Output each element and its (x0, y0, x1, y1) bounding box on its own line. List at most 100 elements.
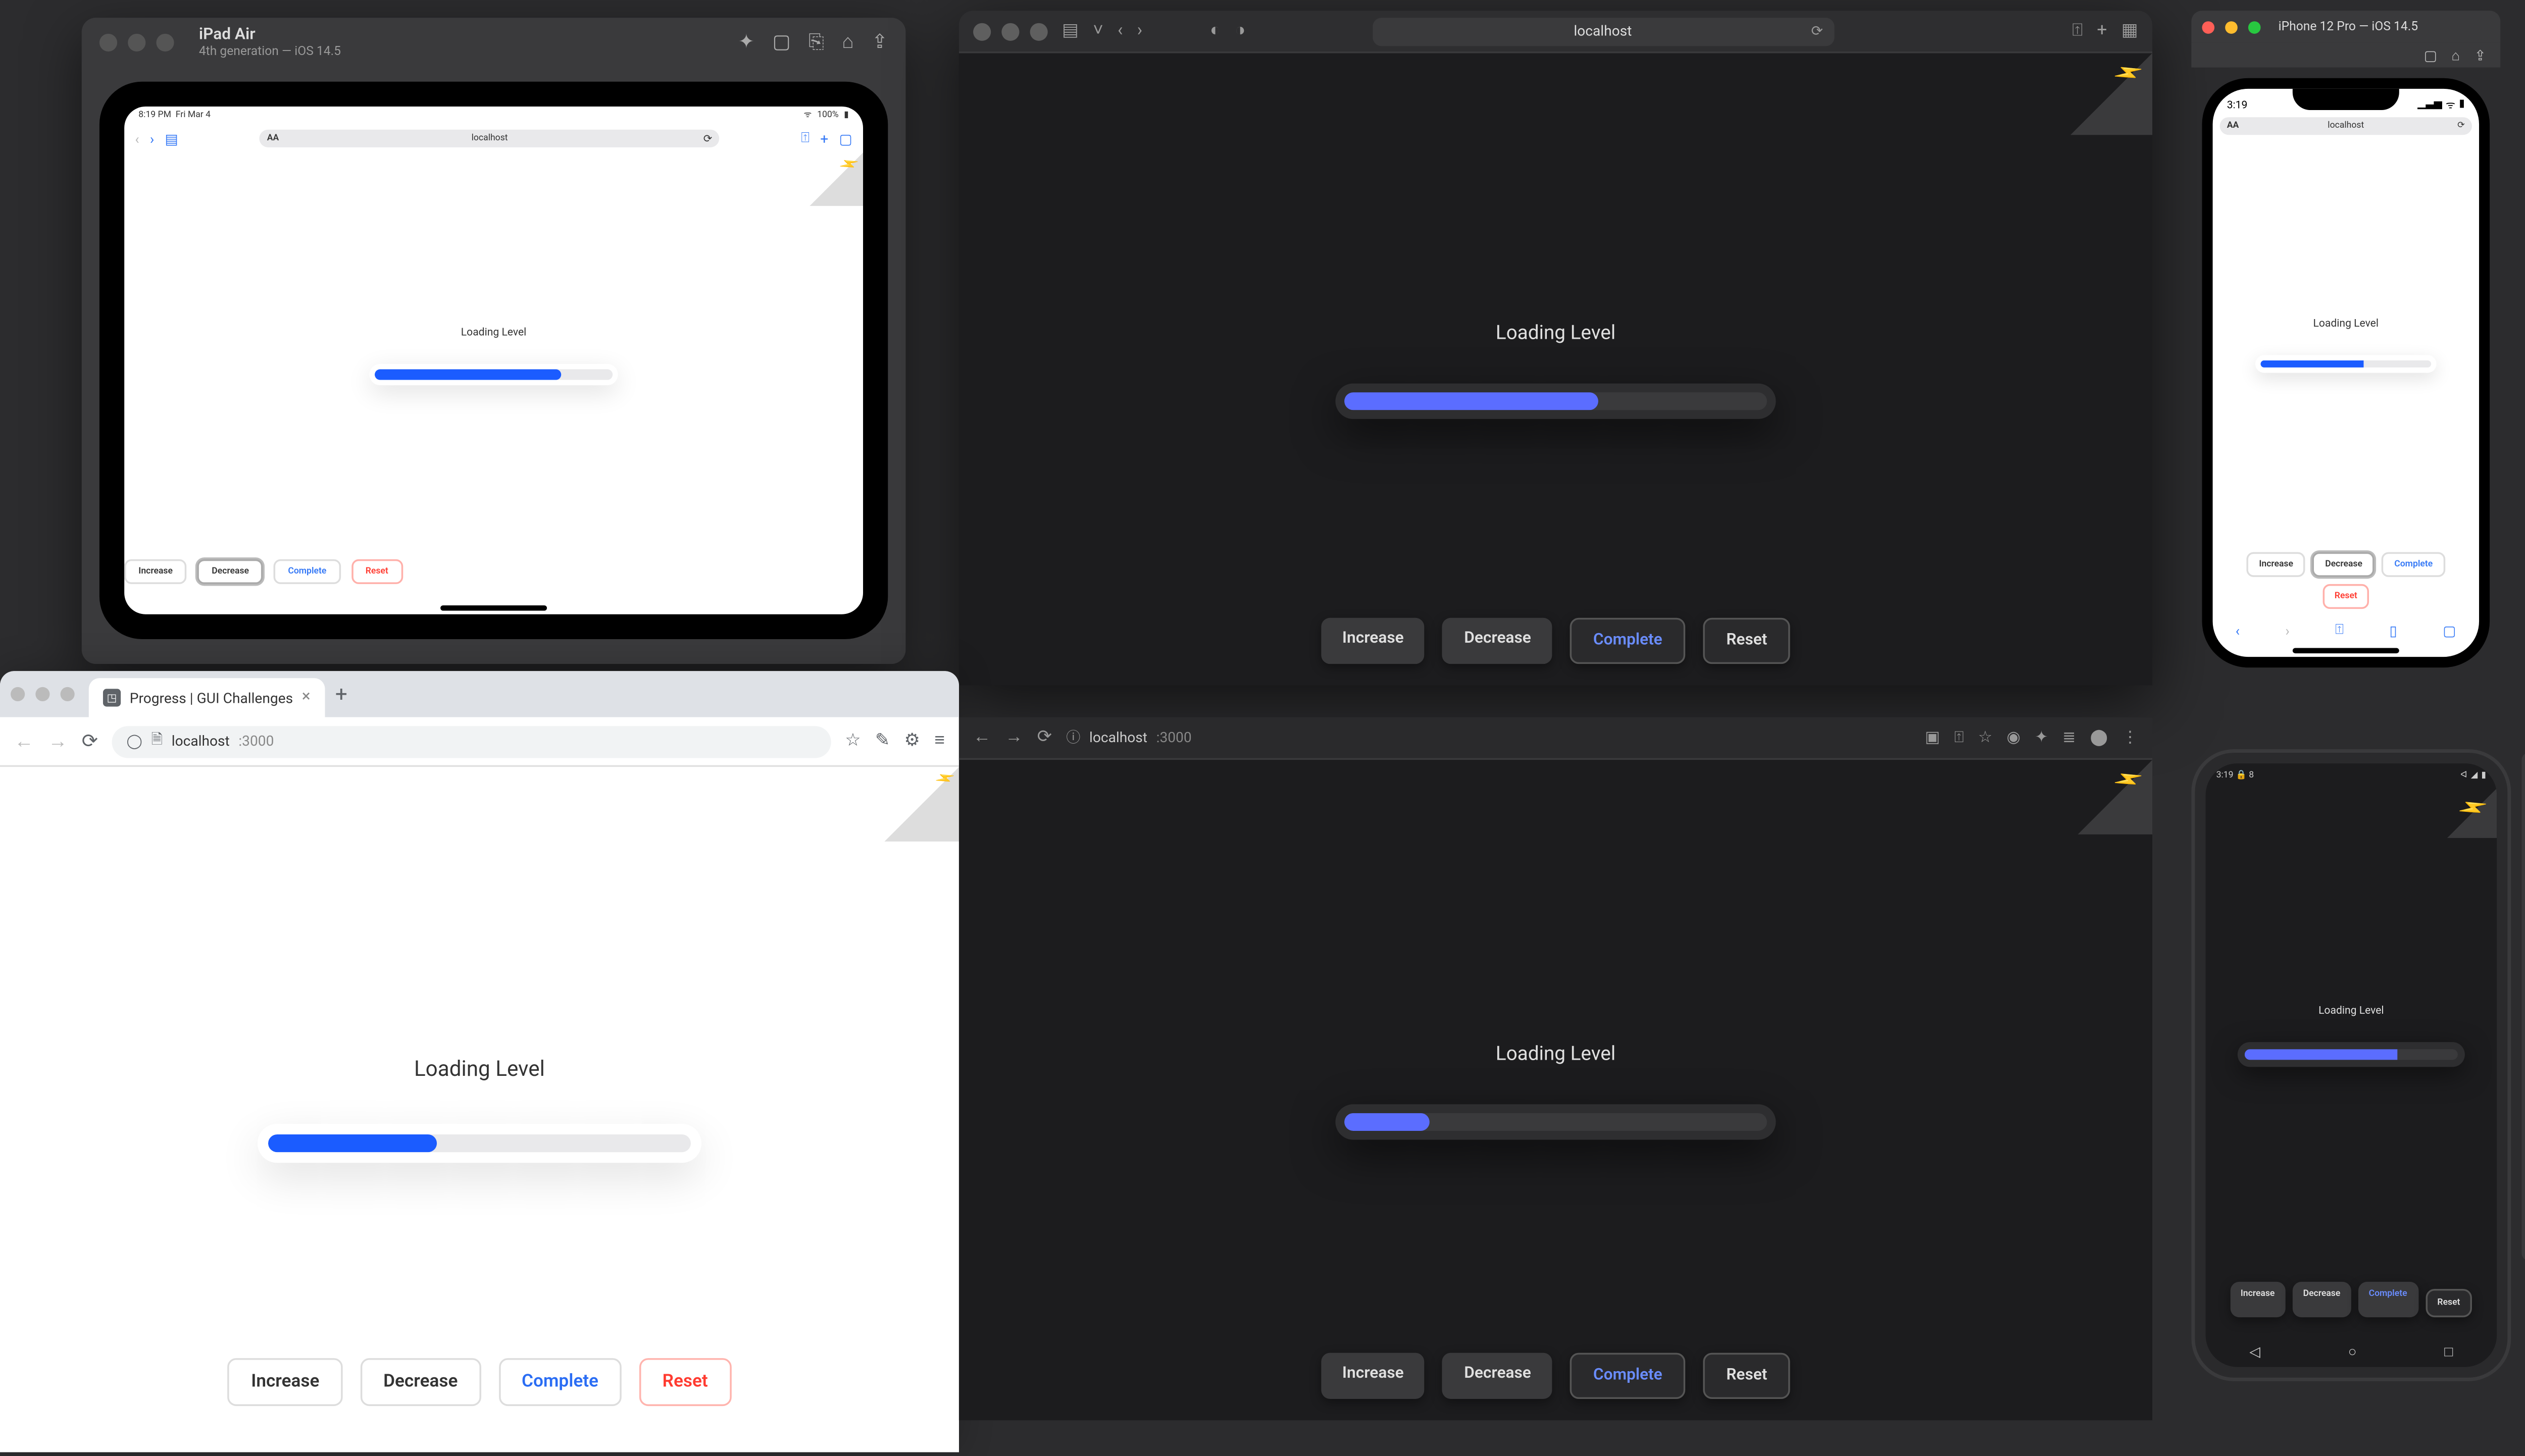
close-dot[interactable] (973, 22, 991, 40)
new-tab-icon[interactable]: + (2097, 21, 2107, 41)
reload-icon[interactable]: ⟳ (82, 730, 98, 753)
reading-list-icon[interactable]: ≣ (2062, 729, 2076, 747)
menu-icon[interactable]: ≡ (934, 732, 945, 751)
reload-icon[interactable]: ⟳ (2457, 121, 2465, 131)
tabs-icon[interactable]: ▢ (2443, 622, 2456, 639)
site-info-icon[interactable]: ⓘ (1066, 728, 1080, 748)
address-bar[interactable]: AA localhost ⟳ (260, 130, 720, 147)
increase-button[interactable]: Increase (124, 559, 187, 584)
address-bar[interactable]: AA localhost ⟳ (2220, 117, 2472, 135)
forward-icon[interactable]: → (1005, 728, 1023, 748)
screenshot-icon[interactable]: ▢ (772, 30, 791, 55)
increase-button[interactable]: Increase (1321, 1353, 1425, 1399)
reset-button[interactable]: Reset (1703, 618, 1791, 664)
rotate-icon[interactable]: ⇪ (872, 30, 888, 55)
back-icon[interactable]: ‹ (2236, 622, 2240, 639)
back-icon[interactable]: ← (973, 728, 991, 748)
reader-aa-icon[interactable]: AA (267, 133, 279, 144)
increase-button[interactable]: Increase (1321, 618, 1425, 664)
forward-icon[interactable]: → (48, 730, 68, 753)
decrease-button[interactable]: Decrease (1443, 618, 1552, 664)
tabs-icon[interactable]: ▢ (839, 130, 852, 146)
zoom-dot[interactable] (2248, 20, 2261, 33)
browser-tab[interactable]: ◳ Progress | GUI Challenges × (89, 678, 325, 717)
record-icon[interactable]: ⎘ (809, 30, 824, 55)
new-tab-button[interactable]: + (335, 682, 347, 706)
close-tab-icon[interactable]: × (302, 689, 311, 706)
debug-corner-icon[interactable] (2070, 53, 2152, 135)
reset-button[interactable]: Reset (1703, 1353, 1791, 1399)
share-icon[interactable]: ⍐ (801, 130, 810, 147)
minimize-dot[interactable] (2225, 20, 2238, 33)
debug-corner-icon[interactable] (2078, 760, 2152, 835)
zoom-dot[interactable] (61, 687, 75, 701)
home-icon[interactable]: ○ (2348, 1343, 2357, 1359)
sidebar-icon[interactable]: ▤ (1062, 21, 1079, 41)
pin-icon[interactable]: ✦ (738, 30, 754, 55)
reload-icon[interactable]: ⟳ (1037, 728, 1052, 748)
minimize-dot[interactable] (1001, 22, 1019, 40)
address-bar[interactable]: localhost ⟳ (1372, 17, 1834, 45)
rotate-icon[interactable]: ⇪ (2474, 47, 2487, 63)
back-icon[interactable]: ← (14, 730, 34, 753)
star-icon[interactable]: ☆ (845, 732, 861, 751)
increase-button[interactable]: Increase (228, 1358, 342, 1406)
minimize-dot[interactable] (35, 687, 49, 701)
recents-icon[interactable]: □ (2444, 1343, 2453, 1359)
increase-button[interactable]: Increase (2247, 552, 2306, 577)
appearance-icon[interactable]: ◑ (1235, 21, 1245, 41)
home-icon[interactable]: ⌂ (2451, 47, 2460, 63)
share-icon[interactable]: ⍐ (2335, 621, 2344, 639)
address-bar[interactable]: ⓘ localhost:3000 (1066, 728, 1191, 748)
decrease-button[interactable]: Decrease (360, 1358, 481, 1406)
close-dot[interactable] (11, 687, 25, 701)
share-icon[interactable]: ⍐ (2072, 21, 2083, 41)
extension-icon[interactable]: ◉ (2007, 729, 2021, 747)
bookmarks-icon[interactable]: ▯ (2389, 622, 2397, 639)
reload-icon[interactable]: ⟳ (1811, 23, 1823, 39)
back-icon[interactable]: ◁ (2249, 1343, 2260, 1359)
reset-button[interactable]: Reset (2322, 584, 2369, 609)
complete-button[interactable]: Complete (498, 1358, 621, 1406)
forward-button[interactable]: › (150, 130, 154, 146)
extension-icon[interactable]: ✎ (875, 732, 890, 751)
debug-corner-icon[interactable] (884, 767, 959, 842)
traffic-lights[interactable] (2202, 20, 2260, 33)
complete-button[interactable]: Complete (274, 559, 340, 584)
minimize-dot[interactable] (128, 34, 145, 51)
decrease-button[interactable]: Decrease (1443, 1353, 1552, 1399)
zoom-dot[interactable] (1030, 22, 1048, 40)
back-button[interactable]: ‹ (135, 130, 139, 146)
chevron-down-icon[interactable]: ˅ (1093, 21, 1103, 41)
debug-corner-icon[interactable] (810, 152, 863, 205)
reader-aa-icon[interactable]: AA (2227, 121, 2239, 131)
traffic-lights[interactable] (973, 22, 1048, 40)
debug-corner-icon[interactable] (2447, 788, 2497, 838)
back-icon[interactable]: ‹ (1118, 21, 1123, 41)
decrease-button[interactable]: Decrease (2293, 1282, 2351, 1317)
tabs-icon[interactable]: ▦ (2122, 21, 2138, 41)
reload-icon[interactable]: ⟳ (703, 132, 713, 145)
cast-icon[interactable]: ▣ (1925, 729, 1940, 747)
shield-icon[interactable]: ◐ (1210, 21, 1221, 41)
close-dot[interactable] (99, 34, 117, 51)
home-icon[interactable]: ⌂ (842, 30, 853, 55)
complete-button[interactable]: Complete (1570, 1353, 1685, 1399)
menu-icon[interactable]: ⋮ (2122, 729, 2138, 747)
address-bar[interactable]: ◯ 🗎 localhost:3000 (112, 725, 831, 757)
decrease-button[interactable]: Decrease (2313, 552, 2375, 577)
close-dot[interactable] (2202, 20, 2214, 33)
decrease-button[interactable]: Decrease (197, 559, 263, 584)
extensions-icon[interactable]: ✦ (2035, 729, 2048, 747)
star-icon[interactable]: ☆ (1978, 729, 1992, 747)
complete-button[interactable]: Complete (2382, 552, 2445, 577)
forward-icon[interactable]: › (1137, 21, 1143, 41)
extension-icon[interactable]: ⚙ (904, 732, 921, 751)
screenshot-icon[interactable]: ▢ (2424, 47, 2438, 63)
increase-button[interactable]: Increase (2230, 1282, 2286, 1317)
home-indicator[interactable] (440, 605, 547, 611)
traffic-lights[interactable] (11, 687, 75, 701)
account-icon[interactable]: ⬤ (2090, 729, 2108, 747)
site-info-icon[interactable]: ◯ (126, 733, 142, 749)
forward-icon[interactable]: › (2285, 622, 2289, 639)
